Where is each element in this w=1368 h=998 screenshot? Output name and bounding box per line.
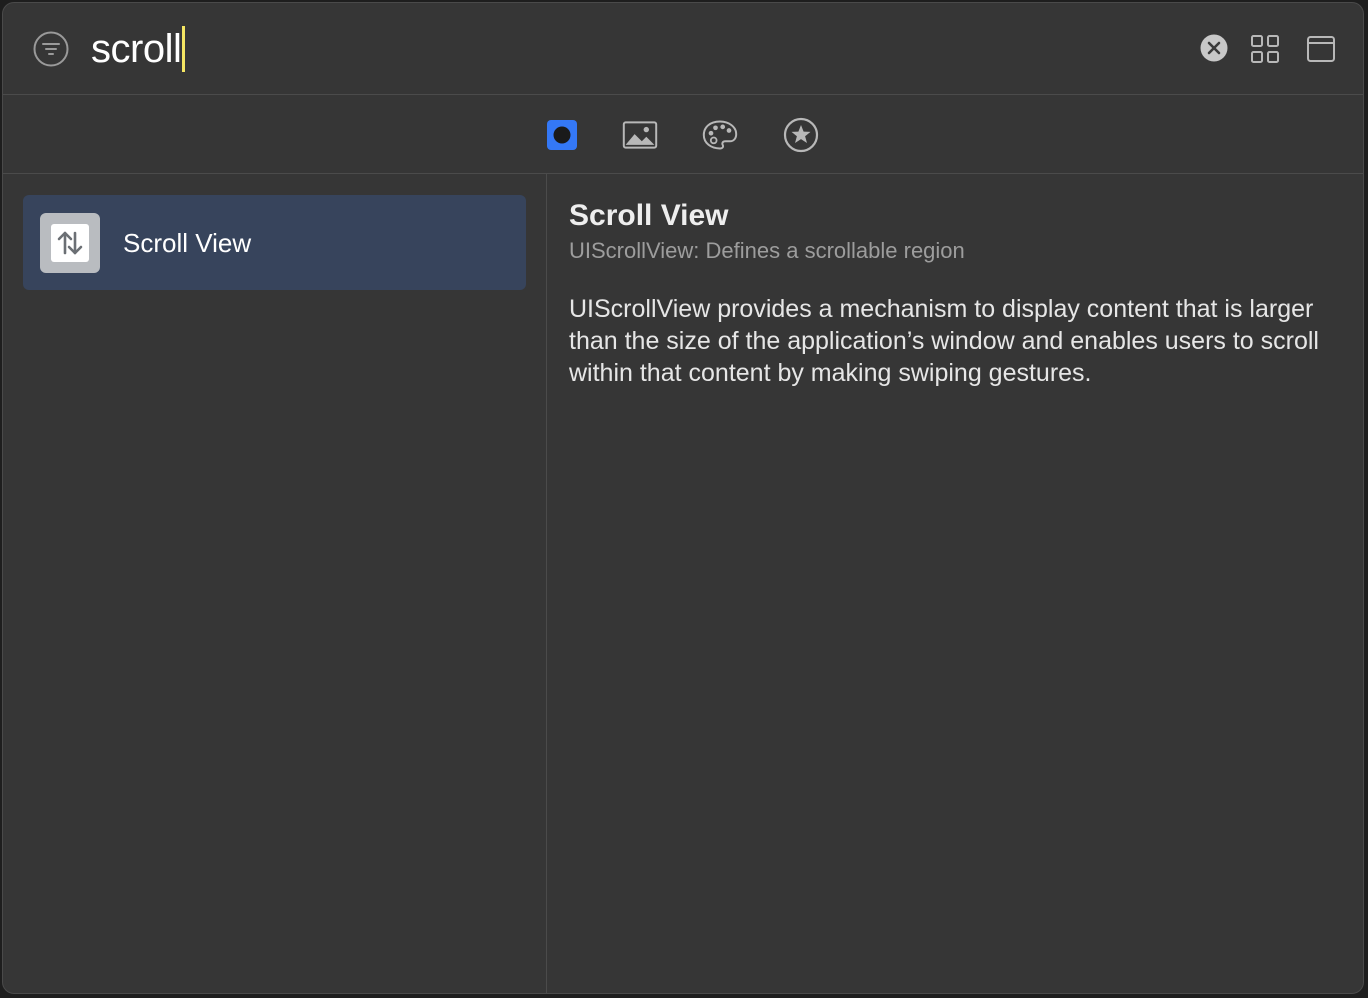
detail-subtitle: UIScrollView: Defines a scrollable regio…	[569, 238, 965, 263]
detail-title: Scroll View	[569, 199, 729, 232]
text-caret	[182, 26, 186, 72]
results-list: Scroll View	[3, 174, 547, 993]
objects-icon	[547, 120, 577, 150]
tab-media[interactable]	[622, 117, 658, 153]
grid-icon[interactable]	[1250, 34, 1280, 64]
search-input[interactable]: scroll	[91, 23, 186, 75]
tab-objects[interactable]	[544, 117, 580, 153]
filter-icon[interactable]	[33, 31, 69, 67]
list-item[interactable]: Scroll View	[23, 195, 526, 290]
palette-icon	[702, 120, 738, 150]
detail-description: UIScrollView provides a mechanism to dis…	[569, 295, 1319, 387]
image-icon	[622, 121, 658, 149]
tab-favorites[interactable]	[783, 117, 819, 153]
window-icon[interactable]	[1306, 34, 1336, 64]
clear-icon[interactable]	[1200, 34, 1228, 62]
tab-colors[interactable]	[702, 117, 738, 153]
search-query[interactable]: scroll	[91, 23, 182, 75]
library-tab-bar	[3, 95, 1363, 174]
star-icon	[783, 117, 819, 153]
scroll-arrows-icon	[57, 231, 83, 255]
list-item-label: Scroll View	[123, 228, 252, 258]
detail-pane: Scroll View UIScrollView: Defines a scro…	[569, 197, 1349, 389]
library-window: scroll Scroll View Scroll View UIScrollV…	[2, 2, 1364, 994]
scroll-view-icon	[40, 213, 100, 273]
search-bar: scroll	[3, 3, 1363, 95]
